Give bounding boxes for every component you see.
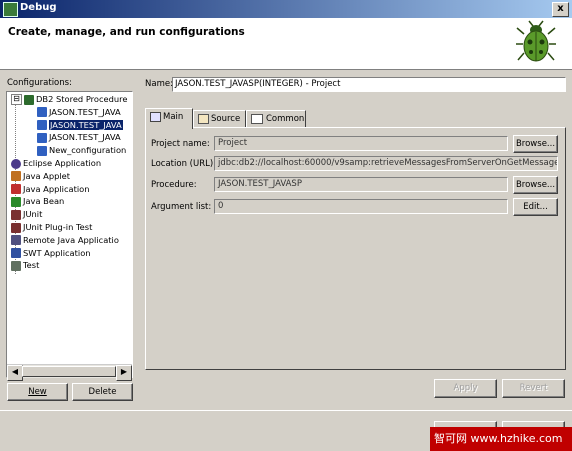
junit-plugin-icon	[11, 222, 21, 233]
window-title: Debug	[20, 2, 57, 13]
window-titlebar[interactable]: Debug x	[0, 0, 572, 18]
tree-item[interactable]: JUnit Plug-in Test	[11, 221, 92, 234]
tree-item-label: Java Applet	[23, 170, 71, 181]
browse-project-button[interactable]: Browse...	[513, 135, 558, 153]
browse-procedure-button[interactable]: Browse...	[513, 176, 558, 194]
eclipse-icon	[11, 158, 21, 169]
test-icon	[11, 260, 21, 271]
tab-source[interactable]: Source	[193, 110, 246, 128]
dialog-heading: Create, manage, and run configurations	[8, 26, 245, 38]
tree-item[interactable]: JASON.TEST_JAVA	[37, 131, 121, 144]
tree-item-label: Java Bean	[23, 196, 65, 207]
new-button-label: New	[28, 387, 47, 397]
delete-button[interactable]: Delete	[72, 383, 133, 401]
tree-item-label: Test	[23, 260, 40, 271]
tab-main[interactable]: Main	[145, 108, 193, 129]
tab-common-label: Common	[266, 114, 305, 124]
close-button[interactable]: x	[552, 2, 569, 17]
procedure-label: Procedure:	[151, 180, 197, 190]
tree-item-label: New_configuration	[49, 145, 127, 156]
tree-item-label: SWT Application	[23, 247, 91, 258]
tree-item[interactable]: SWT Application	[11, 247, 91, 260]
location-url-field[interactable]: jdbc:db2://localhost:60000/v9samp:retrie…	[214, 156, 558, 171]
common-tab-icon	[251, 113, 263, 124]
bug-icon	[516, 20, 556, 62]
config-icon	[37, 132, 47, 143]
applet-icon	[11, 171, 21, 182]
tree-item-label: JASON.TEST_JAVA	[49, 119, 123, 130]
tree-item[interactable]: Java Bean	[11, 195, 64, 208]
tree-item[interactable]: JASON.TEST_JAVA	[37, 119, 123, 132]
edit-arguments-button[interactable]: Edit...	[513, 198, 558, 216]
tab-main-label: Main	[163, 112, 184, 122]
new-button[interactable]: New	[7, 383, 68, 401]
name-label: Name:	[145, 79, 173, 89]
tree-item[interactable]: Remote Java Applicatio	[11, 234, 119, 247]
main-tab-icon	[150, 111, 161, 122]
project-name-label: Project name:	[151, 139, 210, 149]
argument-list-field[interactable]: 0	[214, 199, 508, 214]
debug-window-icon	[3, 2, 18, 17]
tree-item[interactable]: New_configuration	[37, 144, 126, 157]
tab-common[interactable]: Common	[246, 110, 306, 128]
swt-icon	[11, 248, 21, 259]
dialog-header: Create, manage, and run configurations	[0, 18, 572, 70]
configurations-label: Configurations:	[7, 78, 72, 88]
scroll-right-button[interactable]: ▶	[116, 365, 132, 381]
revert-button[interactable]: Revert	[502, 379, 565, 398]
java-app-icon	[11, 184, 21, 195]
tree-horizontal-scrollbar[interactable]: ◀ ▶	[7, 364, 132, 381]
tree-item[interactable]: Java Application	[11, 183, 90, 196]
tree-item[interactable]: JUnit	[11, 208, 42, 221]
config-icon	[37, 107, 47, 118]
tree-item-label: Remote Java Applicatio	[23, 234, 119, 245]
name-input[interactable]: JASON.TEST_JAVASP(INTEGER) - Project	[172, 77, 566, 92]
bean-icon	[11, 196, 21, 207]
tree-item-label: JUnit Plug-in Test	[23, 222, 93, 232]
tree-item-label: DB2 Stored Procedure	[36, 94, 128, 104]
apply-button[interactable]: Apply	[434, 379, 497, 398]
collapse-toggle-icon[interactable]: ⊟	[11, 94, 22, 105]
tree-item[interactable]: JASON.TEST_JAVA	[37, 106, 121, 119]
config-icon	[37, 120, 47, 131]
tree-item-label: JASON.TEST_JAVA	[49, 106, 121, 117]
tree-item[interactable]: Eclipse Application	[11, 157, 101, 170]
tree-item-label: Eclipse Application	[23, 158, 102, 168]
configurations-tree[interactable]: ⊟ DB2 Stored Procedure JASON.TEST_JAVA JASO…	[6, 91, 133, 378]
footer-separator	[0, 410, 572, 411]
tree-item-label: JUnit	[23, 209, 43, 220]
procedure-field[interactable]: JASON.TEST_JAVASP	[214, 177, 508, 192]
scroll-left-button[interactable]: ◀	[7, 365, 23, 381]
tree-item-label: Java Application	[23, 183, 90, 194]
project-name-field[interactable]: Project	[214, 136, 508, 151]
location-url-label: Location (URL):	[151, 159, 217, 169]
tree-item[interactable]: ⊟ DB2 Stored Procedure	[11, 93, 128, 106]
config-icon	[37, 145, 47, 156]
junit-icon	[11, 209, 21, 220]
remote-icon	[11, 235, 21, 246]
tab-source-label: Source	[211, 114, 241, 124]
tree-item[interactable]: Java Applet	[11, 170, 70, 183]
db2-icon	[24, 94, 34, 105]
tab-bar: Main Source Common	[145, 108, 566, 129]
tree-item-label: JASON.TEST_JAVA	[49, 132, 121, 143]
argument-list-label: Argument list:	[151, 202, 212, 212]
source-tab-icon	[198, 113, 209, 124]
tree-item[interactable]: Test	[11, 259, 39, 272]
scroll-thumb[interactable]	[22, 366, 116, 377]
watermark: 智可网 www.hzhike.com	[430, 427, 572, 451]
